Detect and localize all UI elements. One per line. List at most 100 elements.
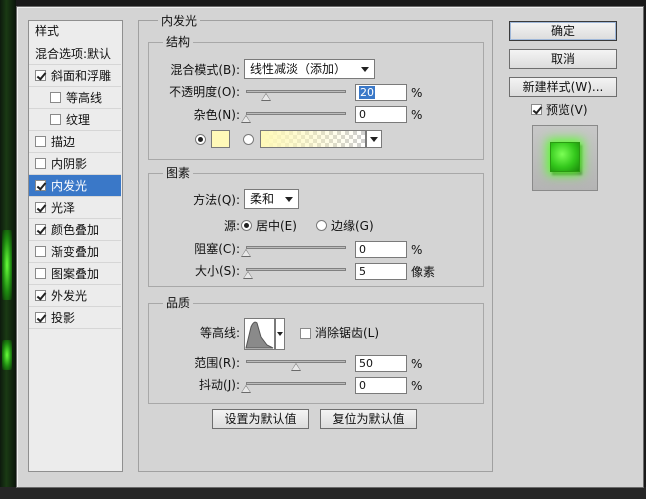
style-item-checkbox[interactable] (35, 224, 46, 235)
style-item-1[interactable]: 斜面和浮雕 (29, 65, 121, 87)
noise-unit: % (411, 108, 423, 122)
preview-label[interactable]: 预览(V) (546, 102, 588, 118)
noise-input[interactable]: 0 (355, 106, 407, 123)
style-item-0[interactable]: 混合选项:默认 (29, 43, 121, 65)
style-item-checkbox[interactable] (35, 136, 46, 147)
style-item-checkbox[interactable] (35, 180, 46, 191)
style-item-12[interactable]: 投影 (29, 307, 121, 329)
style-item-6[interactable]: 内发光 (29, 175, 121, 197)
jitter-label: 抖动(J): (199, 378, 240, 392)
style-item-checkbox[interactable] (50, 114, 61, 125)
source-center-label[interactable]: 居中(E) (256, 218, 297, 234)
size-unit: 像素 (411, 265, 436, 279)
size-slider-thumb[interactable] (243, 271, 253, 279)
range-slider-thumb[interactable] (291, 363, 301, 371)
jitter-slider[interactable] (246, 382, 346, 385)
quality-title: 品质 (163, 296, 194, 310)
style-item-2[interactable]: 等高线 (29, 87, 121, 109)
choke-input[interactable]: 0 (355, 241, 407, 258)
source-label: 源: (223, 219, 240, 233)
style-item-11[interactable]: 外发光 (29, 285, 121, 307)
jitter-input[interactable]: 0 (355, 377, 407, 394)
gradient-preview[interactable] (260, 130, 366, 148)
noise-slider[interactable] (246, 112, 346, 115)
chevron-down-icon (361, 67, 369, 72)
preview-checkbox[interactable] (531, 104, 542, 115)
choke-slider[interactable] (246, 246, 346, 249)
jitter-unit: % (411, 379, 423, 393)
contour-curve-icon (245, 321, 274, 349)
range-unit: % (411, 357, 423, 371)
technique-select[interactable]: 柔和 (244, 189, 299, 209)
size-label: 大小(S): (194, 264, 240, 278)
chevron-down-icon (370, 137, 378, 142)
make-default-button[interactable]: 设置为默认值 (212, 409, 309, 429)
style-item-checkbox[interactable] (35, 70, 46, 81)
style-item-7[interactable]: 光泽 (29, 197, 121, 219)
style-item-checkbox[interactable] (35, 312, 46, 323)
anti-alias-label[interactable]: 消除锯齿(L) (315, 325, 379, 341)
glow-color-swatch[interactable] (211, 130, 230, 148)
style-item-checkbox[interactable] (35, 202, 46, 213)
opacity-slider-thumb[interactable] (261, 93, 271, 101)
opacity-label: 不透明度(O): (169, 85, 240, 99)
style-item-checkbox[interactable] (35, 268, 46, 279)
blend-mode-label: 混合模式(B): (170, 63, 240, 77)
contour-picker-button[interactable] (275, 318, 285, 350)
style-item-9[interactable]: 渐变叠加 (29, 241, 121, 263)
style-item-checkbox[interactable] (35, 246, 46, 257)
size-input[interactable]: 5 (355, 263, 407, 280)
style-item-label: 颜色叠加 (51, 223, 100, 237)
style-item-label: 投影 (51, 311, 76, 325)
source-edge-radio[interactable] (316, 220, 327, 231)
style-item-checkbox[interactable] (35, 158, 46, 169)
style-item-label: 等高线 (66, 91, 103, 105)
size-slider[interactable] (246, 268, 346, 271)
reset-default-button[interactable]: 复位为默认值 (320, 409, 417, 429)
style-item-label: 渐变叠加 (51, 245, 100, 259)
opacity-unit: % (411, 86, 423, 100)
choke-slider-thumb[interactable] (241, 249, 251, 257)
new-style-button[interactable]: 新建样式(W)... (509, 77, 617, 97)
anti-alias-checkbox[interactable] (300, 328, 311, 339)
style-item-label: 内阴影 (51, 157, 88, 171)
ok-button[interactable]: 确定 (509, 21, 617, 41)
opacity-value: 20 (359, 86, 375, 99)
noise-slider-thumb[interactable] (241, 115, 251, 123)
chevron-down-icon (277, 332, 283, 336)
style-item-5[interactable]: 内阴影 (29, 153, 121, 175)
background-strip (0, 487, 646, 499)
panel-title: 内发光 (158, 14, 201, 28)
technique-label: 方法(Q): (193, 193, 240, 207)
choke-label: 阻塞(C): (194, 242, 240, 256)
style-preview (532, 125, 598, 191)
gradient-picker-button[interactable] (366, 130, 382, 148)
style-item-label: 光泽 (51, 201, 76, 215)
source-center-radio[interactable] (241, 220, 252, 231)
style-item-4[interactable]: 描边 (29, 131, 121, 153)
style-item-8[interactable]: 颜色叠加 (29, 219, 121, 241)
gradient-radio[interactable] (243, 134, 254, 145)
source-edge-label[interactable]: 边缘(G) (331, 218, 374, 234)
structure-title: 结构 (163, 35, 194, 49)
style-item-label: 描边 (51, 135, 76, 149)
style-item-label: 外发光 (51, 289, 88, 303)
opacity-input[interactable]: 20 (355, 84, 407, 101)
technique-value: 柔和 (250, 192, 275, 206)
contour-preview[interactable] (244, 318, 275, 350)
style-item-10[interactable]: 图案叠加 (29, 263, 121, 285)
contour-label: 等高线: (199, 326, 240, 340)
style-item-checkbox[interactable] (50, 92, 61, 103)
solid-color-radio[interactable] (195, 134, 206, 145)
style-item-3[interactable]: 纹理 (29, 109, 121, 131)
style-item-label: 纹理 (66, 113, 91, 127)
style-item-label: 内发光 (51, 179, 88, 193)
choke-unit: % (411, 243, 423, 257)
style-item-label: 混合选项:默认 (35, 47, 112, 61)
range-input[interactable]: 50 (355, 355, 407, 372)
blend-mode-select[interactable]: 线性减淡（添加） (244, 59, 375, 79)
cancel-button[interactable]: 取消 (509, 49, 617, 69)
style-item-checkbox[interactable] (35, 290, 46, 301)
preview-swatch (550, 142, 580, 172)
jitter-slider-thumb[interactable] (241, 385, 251, 393)
